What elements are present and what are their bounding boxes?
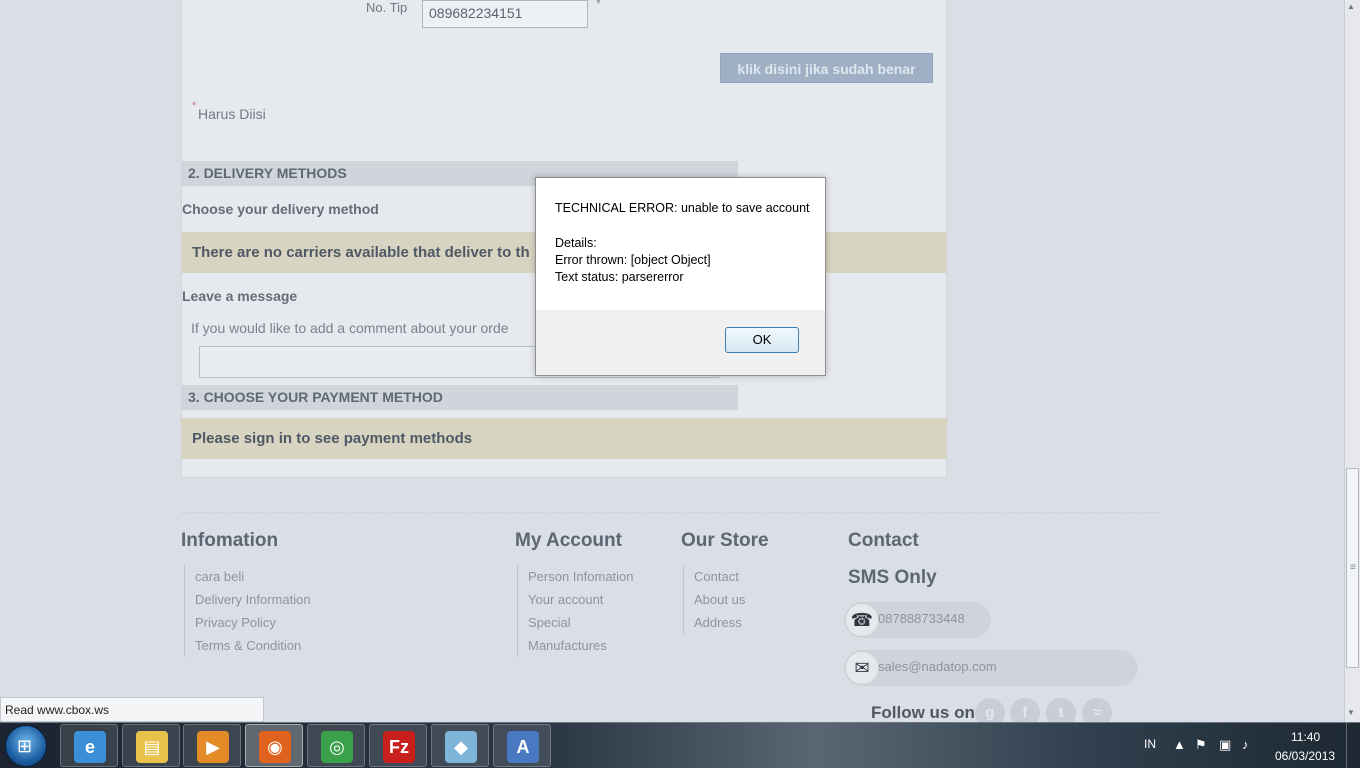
windows-logo-icon: ⊞ bbox=[17, 736, 33, 756]
footer-link[interactable]: Special bbox=[528, 611, 634, 634]
leave-message-label: Leave a message bbox=[182, 288, 298, 304]
dialog-message: TECHNICAL ERROR: unable to save account … bbox=[555, 200, 810, 286]
footer-link[interactable]: Delivery Information bbox=[195, 588, 311, 611]
app-generic-icon: ◆ bbox=[445, 731, 477, 763]
footer-link[interactable]: Person Infomation bbox=[528, 565, 634, 588]
footer-information-title: Infomation bbox=[181, 530, 279, 551]
clock-time[interactable]: 11:40 bbox=[1291, 730, 1320, 744]
phone-number: 087888733448 bbox=[878, 611, 965, 626]
taskbar-internet-explorer-button[interactable]: e bbox=[60, 724, 118, 767]
sms-only-label: SMS Only bbox=[848, 567, 937, 588]
firefox-icon: ◉ bbox=[259, 731, 291, 763]
footer-our-store-title: Our Store bbox=[681, 530, 769, 551]
envelope-icon: ✉ bbox=[846, 652, 878, 684]
taskbar-word-document-button[interactable]: A bbox=[493, 724, 551, 767]
internet-explorer-icon: e bbox=[74, 731, 106, 763]
action-center-flag-icon[interactable]: ⚑ bbox=[1195, 737, 1207, 753]
follow-us-label: Follow us on bbox=[871, 703, 975, 722]
chrome-icon: ◎ bbox=[321, 731, 353, 763]
scroll-down-arrow-icon[interactable]: ▼ bbox=[1347, 708, 1355, 717]
media-player-icon: ▶ bbox=[197, 731, 229, 763]
footer-our-store-list: Contact About us Address bbox=[683, 565, 745, 634]
taskbar-media-player-button[interactable]: ▶ bbox=[183, 724, 241, 767]
taskbar-filezilla-button[interactable]: Fz bbox=[369, 724, 427, 767]
text-status: Text status: parsererror bbox=[555, 270, 684, 285]
error-thrown: Error thrown: [object Object] bbox=[555, 252, 711, 267]
twitter-icon[interactable]: t bbox=[1046, 698, 1076, 722]
footer-link[interactable]: Terms & Condition bbox=[195, 634, 311, 657]
chevron-down-icon: ▼ bbox=[594, 0, 603, 6]
windows-taskbar: ⊞ e ▤ ▶ ◉ ◎ Fz ◆ A IN ▲ ⚑ ▣ ♪ 11:40 06/03/2013 bbox=[0, 722, 1360, 768]
email-address[interactable]: sales@nadatop.com bbox=[878, 659, 997, 674]
filezilla-icon: Fz bbox=[383, 731, 415, 763]
footer-link[interactable]: Manufactures bbox=[528, 634, 634, 657]
taskbar-firefox-button[interactable]: ◉ bbox=[245, 724, 303, 767]
clock-date[interactable]: 06/03/2013 bbox=[1275, 749, 1335, 763]
footer-link[interactable]: Your account bbox=[528, 588, 634, 611]
footer-link[interactable]: Address bbox=[694, 611, 745, 634]
footer-information-list: cara beli Delivery Information Privacy P… bbox=[184, 565, 311, 657]
error-alert-dialog: TECHNICAL ERROR: unable to save account … bbox=[535, 177, 826, 376]
start-button[interactable]: ⊞ bbox=[5, 725, 47, 767]
confirm-button[interactable]: klik disini jika sudah benar bbox=[720, 53, 933, 83]
grip-icon: ≡ bbox=[1350, 562, 1356, 573]
choose-delivery-label: Choose your delivery method bbox=[182, 201, 379, 217]
required-note: Harus Diisi bbox=[198, 106, 266, 122]
scroll-up-arrow-icon[interactable]: ▲ bbox=[1347, 2, 1355, 11]
rss-icon[interactable]: ≈ bbox=[1082, 698, 1112, 722]
word-document-icon: A bbox=[507, 731, 539, 763]
ok-button[interactable]: OK bbox=[725, 327, 799, 353]
show-desktop-button[interactable] bbox=[1346, 723, 1360, 768]
tip-label: No. Tip bbox=[366, 0, 408, 15]
footer-my-account-list: Person Infomation Your account Special M… bbox=[517, 565, 634, 657]
google-plus-icon[interactable]: g bbox=[975, 698, 1005, 722]
tip-phone-input[interactable]: 089682234151 bbox=[422, 0, 588, 28]
phone-pill: ☎ 087888733448 bbox=[844, 602, 991, 638]
footer-divider bbox=[181, 512, 1161, 513]
facebook-icon[interactable]: f bbox=[1010, 698, 1040, 722]
windows-explorer-icon: ▤ bbox=[136, 731, 168, 763]
footer-my-account-title: My Account bbox=[515, 530, 622, 551]
dialog-footer: OK bbox=[536, 310, 825, 375]
show-hidden-icons-icon[interactable]: ▲ bbox=[1173, 737, 1186, 752]
footer-link[interactable]: Privacy Policy bbox=[195, 611, 311, 634]
volume-icon[interactable]: ♪ bbox=[1242, 737, 1249, 752]
taskbar-windows-explorer-button[interactable]: ▤ bbox=[122, 724, 180, 767]
phone-icon: ☎ bbox=[846, 604, 878, 636]
language-indicator[interactable]: IN bbox=[1144, 737, 1156, 751]
network-icon[interactable]: ▣ bbox=[1219, 737, 1231, 753]
taskbar-chrome-button[interactable]: ◎ bbox=[307, 724, 365, 767]
payment-sign-in-notice: Please sign in to see payment methods bbox=[181, 418, 947, 459]
status-bar-text: Read www.cbox.ws bbox=[0, 697, 264, 722]
details-label: Details: bbox=[555, 235, 597, 250]
footer-contact-title: Contact bbox=[848, 530, 919, 551]
vertical-scrollbar[interactable]: ▲ ≡ ▼ bbox=[1344, 0, 1360, 722]
error-title: TECHNICAL ERROR: unable to save account bbox=[555, 201, 810, 215]
email-pill: ✉ sales@nadatop.com bbox=[844, 650, 1138, 686]
taskbar-app-generic-button[interactable]: ◆ bbox=[431, 724, 489, 767]
footer-link[interactable]: cara beli bbox=[195, 565, 311, 588]
scroll-thumb[interactable]: ≡ bbox=[1346, 468, 1359, 668]
comment-prompt: If you would like to add a comment about… bbox=[191, 320, 509, 336]
footer-link[interactable]: Contact bbox=[694, 565, 745, 588]
footer-link[interactable]: About us bbox=[694, 588, 745, 611]
payment-section-title: 3. CHOOSE YOUR PAYMENT METHOD bbox=[181, 385, 738, 410]
required-star: * bbox=[192, 100, 197, 112]
